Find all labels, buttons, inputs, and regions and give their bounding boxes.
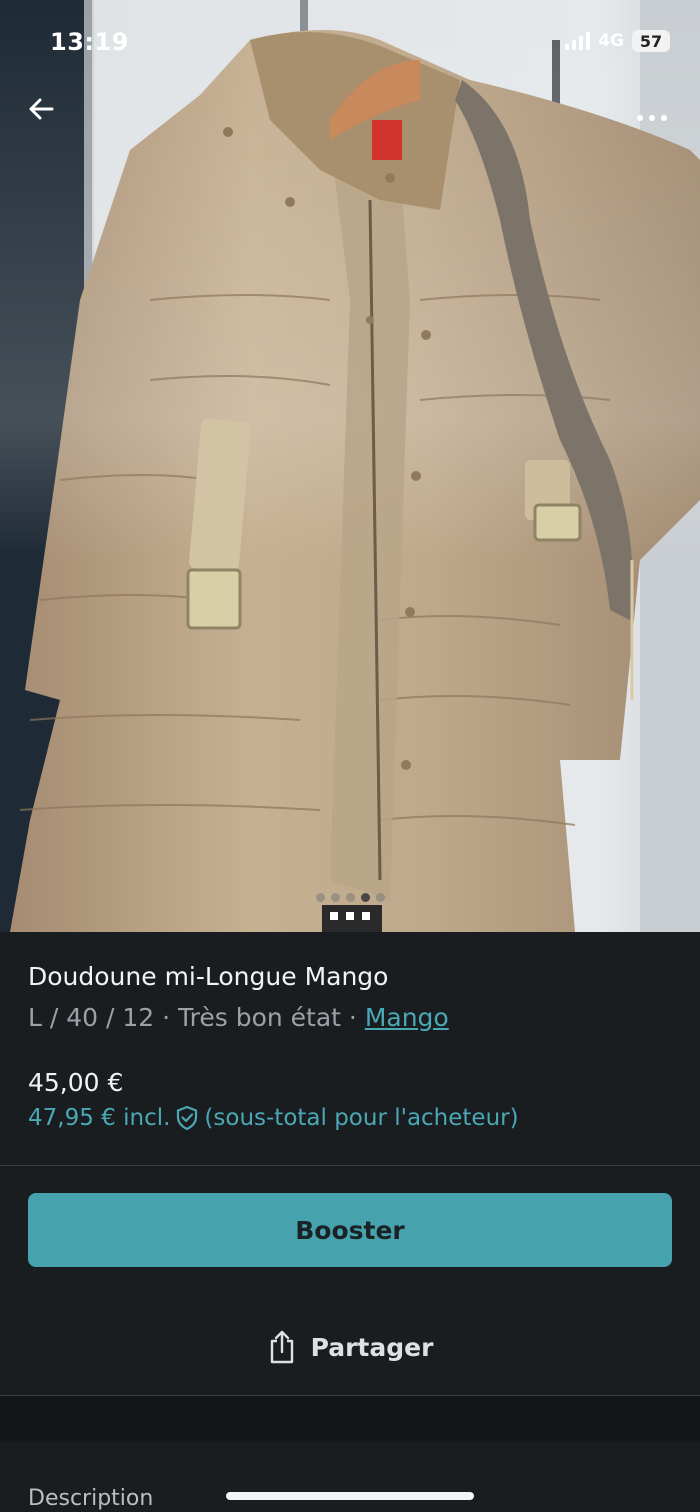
share-icon	[270, 1330, 293, 1364]
section-separator	[0, 1396, 700, 1442]
divider	[0, 1165, 700, 1166]
share-button[interactable]: Partager	[0, 1317, 700, 1377]
status-time: 13:19	[50, 28, 129, 56]
status-indicators: 4G 57	[565, 30, 670, 52]
carousel-dot[interactable]	[315, 893, 325, 902]
description-heading: Description	[28, 1486, 154, 1511]
product-photo[interactable]: 13:19 4G 57	[0, 0, 700, 932]
network-type: 4G	[598, 31, 624, 51]
back-button[interactable]	[26, 94, 70, 138]
item-info: Doudoune mi-Longue Mango L / 40 / 12 · T…	[28, 962, 668, 1032]
carousel-dot[interactable]	[360, 893, 370, 902]
photo-carousel-indicator[interactable]	[0, 893, 700, 902]
arrow-left-icon	[29, 98, 54, 120]
battery-icon: 57	[632, 30, 670, 52]
signal-icon	[565, 32, 591, 50]
size-condition: L / 40 / 12 · Très bon état ·	[28, 1003, 365, 1032]
buyer-price-note: (sous-total pour l'acheteur)	[204, 1105, 519, 1131]
shield-check-icon	[177, 1105, 198, 1131]
brand-link[interactable]: Mango	[365, 1003, 449, 1032]
share-label: Partager	[310, 1332, 434, 1362]
buyer-price-value: 47,95 € incl.	[28, 1105, 171, 1131]
item-detail-screen: 13:19 4G 57 Doudoune mi-Longue Mango L /…	[0, 0, 700, 1512]
buyer-price[interactable]: 47,95 € incl. (sous-total pour l'acheteu…	[28, 1105, 519, 1131]
more-horizontal-icon	[637, 115, 643, 121]
item-price: 45,00 €	[28, 1068, 124, 1097]
carousel-dot[interactable]	[330, 893, 340, 902]
home-indicator[interactable]	[226, 1492, 474, 1500]
carousel-dot[interactable]	[375, 893, 385, 902]
more-options-button[interactable]	[628, 98, 676, 138]
booster-button[interactable]: Booster	[28, 1193, 672, 1267]
jacket-illustration	[0, 0, 700, 932]
item-meta: L / 40 / 12 · Très bon état · Mango	[28, 1003, 668, 1032]
carousel-dot[interactable]	[345, 893, 355, 902]
item-title: Doudoune mi-Longue Mango	[28, 962, 389, 991]
